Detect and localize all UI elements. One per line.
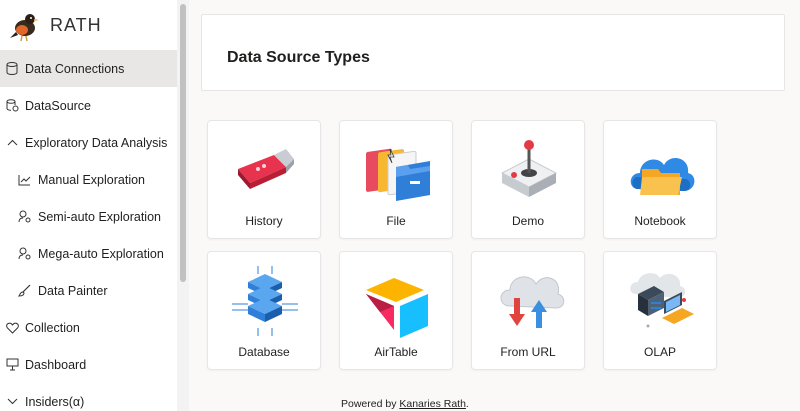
chevron-up-icon bbox=[5, 136, 19, 150]
folders-icon bbox=[366, 148, 430, 201]
tile-notebook[interactable]: Notebook bbox=[603, 120, 717, 239]
sidebar-item-label: Dashboard bbox=[25, 357, 87, 372]
sidebar-item-dashboard[interactable]: Dashboard bbox=[0, 346, 177, 383]
rath-logo-icon bbox=[10, 14, 39, 42]
tile-airtable[interactable]: AirTable bbox=[339, 251, 453, 370]
sidebar-item-data-painter[interactable]: Data Painter bbox=[0, 272, 177, 309]
app-name: RATH bbox=[50, 14, 102, 35]
database-icon bbox=[5, 62, 19, 76]
footer: Powered by Kanaries Rath. bbox=[341, 398, 469, 410]
sidebar-item-exploratory-data-analysis[interactable]: Exploratory Data Analysis bbox=[0, 124, 177, 161]
user-gear-icon bbox=[17, 247, 31, 261]
sidebar-item-label: Data Connections bbox=[25, 61, 125, 76]
tile-label: Demo bbox=[511, 214, 544, 228]
scrollbar-thumb[interactable] bbox=[180, 4, 186, 282]
sidebar-item-data-connections[interactable]: Data Connections bbox=[0, 50, 177, 87]
server-laptop-icon bbox=[630, 273, 694, 328]
heart-icon bbox=[5, 321, 19, 335]
kanaries-rath-link[interactable]: Kanaries Rath bbox=[399, 398, 466, 410]
sidebar-item-collection[interactable]: Collection bbox=[0, 309, 177, 346]
tile-history[interactable]: History bbox=[207, 120, 321, 239]
chevron-down-icon bbox=[5, 395, 19, 409]
tile-label: History bbox=[245, 214, 283, 228]
sidebar-scrollbar[interactable] bbox=[177, 0, 189, 411]
sidebar-item-label: Mega-auto Exploration bbox=[38, 246, 164, 261]
tile-demo[interactable]: Demo bbox=[471, 120, 585, 239]
tile-file[interactable]: File bbox=[339, 120, 453, 239]
sidebar-item-label: Semi-auto Exploration bbox=[38, 209, 161, 224]
brush-icon bbox=[17, 284, 31, 298]
tile-label: AirTable bbox=[374, 345, 418, 359]
cloud-transfer-icon bbox=[500, 276, 565, 328]
usb-drive-icon bbox=[238, 149, 294, 189]
sidebar-item-label: Exploratory Data Analysis bbox=[25, 135, 168, 150]
tile-label: OLAP bbox=[643, 345, 676, 359]
tile-label: File bbox=[386, 214, 406, 228]
footer-suffix: . bbox=[465, 398, 469, 410]
line-chart-icon bbox=[17, 173, 31, 187]
sidebar-item-label: Insiders(α) bbox=[25, 394, 85, 409]
airtable-icon bbox=[366, 278, 428, 338]
sidebar-item-label: DataSource bbox=[25, 98, 92, 113]
tile-database[interactable]: Database bbox=[207, 251, 321, 370]
cloud-folder-icon bbox=[630, 158, 695, 195]
sidebar-item-manual-exploration[interactable]: Manual Exploration bbox=[0, 161, 177, 198]
sidebar-item-mega-auto-exploration[interactable]: Mega-auto Exploration bbox=[0, 235, 177, 272]
sidebar-item-label: Collection bbox=[25, 320, 80, 335]
sidebar-item-datasource[interactable]: DataSource bbox=[0, 87, 177, 124]
joystick-icon bbox=[500, 140, 558, 197]
header-card: Data Source Types bbox=[201, 14, 785, 91]
sidebar: RATH Data Connections DataSource Explora… bbox=[0, 0, 177, 411]
sidebar-item-semi-auto-exploration[interactable]: Semi-auto Exploration bbox=[0, 198, 177, 235]
page-title: Data Source Types bbox=[227, 49, 370, 66]
datasource-icon bbox=[5, 99, 19, 113]
user-gear-icon bbox=[17, 210, 31, 224]
tile-olap[interactable]: OLAP bbox=[603, 251, 717, 370]
tile-label: Database bbox=[238, 345, 290, 359]
database-chip-icon bbox=[232, 266, 298, 336]
sidebar-item-insiders[interactable]: Insiders(α) bbox=[0, 383, 177, 411]
footer-prefix: Powered by bbox=[341, 398, 400, 410]
sidebar-nav: Data Connections DataSource Exploratory … bbox=[0, 50, 177, 411]
tile-from-url[interactable]: From URL bbox=[471, 251, 585, 370]
tile-label: Notebook bbox=[634, 214, 686, 228]
sidebar-item-label: Data Painter bbox=[38, 283, 108, 298]
sidebar-item-label: Manual Exploration bbox=[38, 172, 146, 187]
presentation-icon bbox=[5, 358, 19, 372]
tile-label: From URL bbox=[500, 345, 556, 359]
main-content: Data Source Types History File Demo Note… bbox=[189, 0, 800, 411]
brand[interactable]: RATH bbox=[8, 6, 102, 44]
